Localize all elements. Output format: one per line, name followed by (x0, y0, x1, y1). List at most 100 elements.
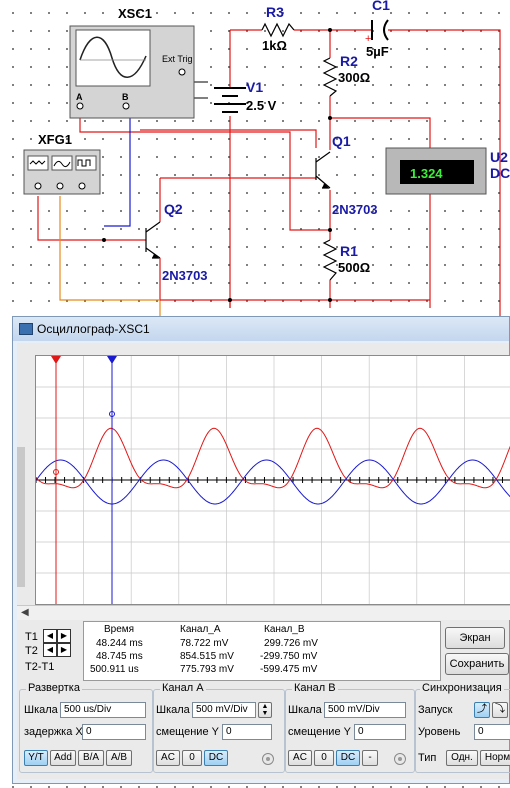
row-t2-a: 854.515 mV (180, 651, 234, 662)
r2-symbol (322, 57, 338, 97)
channel-a-color-radio[interactable] (262, 753, 274, 765)
trigger-rising-edge-icon[interactable]: ⤴ (474, 702, 490, 718)
mode-ab-button[interactable]: A/B (106, 750, 132, 766)
timebase-group: Развертка Шкала 500 us/Div задержка X 0 … (19, 682, 153, 773)
channel-b-offset-field[interactable]: 0 (354, 724, 406, 740)
u2-reading: 1.324 (410, 166, 443, 181)
channel-a-scale-field[interactable]: 500 mV/Div (192, 702, 256, 718)
xsc1-label: XSC1 (118, 6, 152, 21)
q1-label: Q1 (332, 133, 351, 149)
row-t1-a: 78.722 mV (180, 638, 229, 649)
header-channel-a: Канал_A (180, 624, 221, 635)
window-body: ◀ T1 ◀ ▶ T2 ◀ ▶ T2-T1 Время Канал_A Кана… (17, 343, 510, 779)
cursor-controls: T1 ◀ ▶ T2 ◀ ▶ T2-T1 (21, 621, 75, 677)
channel-b-offset-label: смещение Y (288, 726, 351, 738)
t1-left-button[interactable]: ◀ (43, 629, 57, 643)
q2-label: Q2 (164, 201, 183, 217)
c1-value: 5µF (366, 44, 389, 59)
channel-b-invert-button[interactable]: - (362, 750, 378, 766)
u2-mode: DC (490, 165, 510, 181)
q1-model: 2N3703 (332, 202, 378, 217)
row-t2-time: 48.745 ms (96, 651, 143, 662)
mode-ba-button[interactable]: B/A (78, 750, 104, 766)
mode-add-button[interactable]: Add (50, 750, 76, 766)
channel-b-scale-label: Шкала (288, 704, 322, 716)
r2-label: R2 (340, 53, 358, 69)
channel-a-trace (36, 427, 510, 489)
trigger-level-label: Уровень (418, 726, 461, 738)
v1-symbol (214, 87, 246, 113)
save-button[interactable]: Сохранить (445, 653, 509, 675)
trigger-level-field[interactable]: 0 (474, 724, 510, 740)
trigger-edge-label: Запуск (418, 704, 453, 716)
mode-yt-button[interactable]: Y/T (24, 750, 48, 766)
v1-label: V1 (246, 79, 263, 95)
channel-a-dc-button[interactable]: DC (204, 750, 228, 766)
channel-b-scale-field[interactable]: 500 mV/Div (324, 702, 406, 718)
xsc1-ext-trig-label: Ext Trig (162, 54, 193, 64)
header-channel-b: Канал_B (264, 624, 305, 635)
window-title-bar[interactable]: Осциллограф-XSC1 (13, 317, 509, 341)
r2-value: 300Ω (338, 70, 370, 85)
xfg1-label: XFG1 (38, 132, 72, 147)
t2-left-button[interactable]: ◀ (43, 643, 57, 657)
side-scrollbar[interactable] (17, 447, 25, 587)
q2-symbol (145, 221, 161, 259)
q2-model: 2N3703 (162, 268, 208, 283)
trigger-group: Синхронизация Запуск ⤴ ⤵ Уровень 0 Тип О… (415, 682, 510, 773)
oscilloscope-window: Осциллограф-XSC1 ◀ T1 ◀ ▶ T2 ◀ ▶ T2-T1 В… (12, 316, 510, 784)
c1-symbol (371, 19, 389, 41)
timebase-delay-field[interactable]: 0 (82, 724, 146, 740)
channel-b-title: Канал B (292, 682, 338, 694)
row-diff-a: 775.793 mV (180, 664, 234, 675)
screen-button[interactable]: Экран (445, 627, 505, 649)
xsc1-channel-a-label: A (76, 92, 83, 102)
channel-b-dc-button[interactable]: DC (336, 750, 360, 766)
schematic-canvas: R3 1kΩ C1 + 5µF R2 300Ω V1 2.5 V Q1 2N37… (23, 0, 510, 320)
channel-b-ac-button[interactable]: AC (288, 750, 312, 766)
channel-a-ac-button[interactable]: AC (156, 750, 180, 766)
c1-label: C1 (372, 0, 390, 13)
trigger-type-label: Тип (418, 752, 437, 764)
channel-a-zero-button[interactable]: 0 (182, 750, 202, 766)
row-t1-time: 48.244 ms (96, 638, 143, 649)
t2-t1-label: T2-T1 (25, 661, 55, 673)
channel-b-zero-button[interactable]: 0 (314, 750, 334, 766)
scope-display[interactable] (35, 355, 510, 605)
row-diff-b: -599.475 mV (260, 664, 318, 675)
horizontal-scrollbar[interactable]: ◀ (17, 605, 510, 620)
r1-label: R1 (340, 243, 358, 259)
t1-label: T1 (25, 631, 38, 643)
trigger-single-button[interactable]: Одн. (446, 750, 478, 766)
scroll-left-icon[interactable]: ◀ (21, 607, 29, 618)
window-title: Осциллограф-XSC1 (37, 322, 150, 336)
channel-a-group: Канал A Шкала 500 mV/Div ▲ ▼ смещение Y 0… (153, 682, 285, 773)
header-time: Время (104, 624, 135, 635)
window-app-icon (19, 323, 33, 335)
u2-label: U2 (490, 149, 508, 165)
q1-symbol (315, 151, 331, 189)
r3-symbol (261, 22, 295, 38)
channel-a-scale-spinner[interactable]: ▲ ▼ (258, 702, 272, 718)
channel-a-offset-field[interactable]: 0 (222, 724, 272, 740)
t1-right-button[interactable]: ▶ (57, 629, 71, 643)
trigger-normal-button[interactable]: Норм (480, 750, 510, 766)
row-t1-b: 299.726 mV (264, 638, 318, 649)
channel-a-scale-label: Шкала (156, 704, 190, 716)
t2-right-button[interactable]: ▶ (57, 643, 71, 657)
timebase-title: Развертка (26, 682, 82, 694)
trigger-falling-edge-icon[interactable]: ⤵ (492, 702, 508, 718)
cursor-readout-table: Время Канал_A Канал_B 48.244 ms 78.722 m… (83, 621, 441, 681)
channel-b-trace (36, 459, 510, 505)
trigger-title: Синхронизация (420, 682, 504, 694)
r1-symbol (322, 239, 338, 281)
timebase-scale-field[interactable]: 500 us/Div (60, 702, 146, 718)
xfg1-instrument (23, 149, 101, 195)
r1-value: 500Ω (338, 260, 370, 275)
t2-label: T2 (25, 645, 38, 657)
r3-value: 1kΩ (262, 38, 287, 53)
row-t2-b: -299.750 mV (260, 651, 318, 662)
channel-b-color-radio[interactable] (394, 753, 406, 765)
xsc1-channel-b-label: B (122, 92, 129, 102)
channel-a-title: Канал A (160, 682, 206, 694)
